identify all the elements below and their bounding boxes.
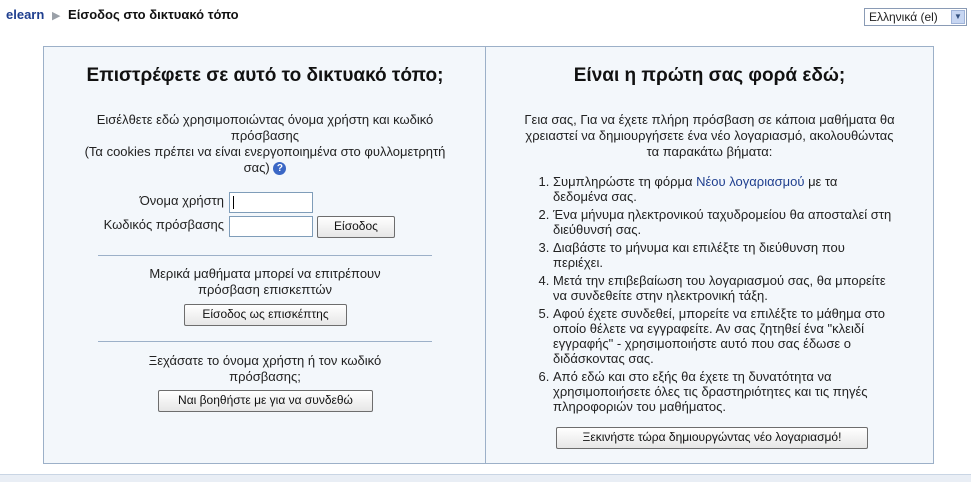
guest-text: Μερικά μαθήματα μπορεί να επιτρέπουν πρό… (64, 266, 466, 298)
text-cursor (233, 196, 234, 209)
username-label: Όνομα χρήστη (139, 193, 224, 208)
help-icon[interactable]: ? (273, 162, 287, 176)
breadcrumb: elearn ▶ Είσοδος στο δικτυακό τόπο (6, 7, 239, 22)
signup-steps: Συμπληρώστε τη φόρμα Νέου λογαριασμού με… (523, 174, 893, 417)
breadcrumb-separator-icon: ▶ (51, 10, 61, 22)
step-item: Αφού έχετε συνδεθεί, μπορείτε να επιλέξτ… (553, 306, 893, 366)
step-item: Ένα μήνυμα ηλεκτρονικού ταχυδρομείου θα … (553, 207, 893, 237)
login-intro: Εισέλθετε εδώ χρησιμοποιώντας όνομα χρήσ… (64, 112, 466, 176)
step-item: Συμπληρώστε τη φόρμα Νέου λογαριασμού με… (553, 174, 893, 204)
create-account-button[interactable]: Ξεκινήστε τώρα δημιουργώντας νέο λογαρια… (556, 427, 868, 449)
new-account-link[interactable]: Νέου λογαριασμού (696, 174, 804, 189)
forgot-text-line: Ξεχάσατε το όνομα χρήστη ή τον κωδικό (148, 353, 382, 368)
password-label: Κωδικός πρόσβασης (103, 217, 224, 232)
login-button[interactable]: Είσοδος (317, 216, 395, 238)
forgot-text-line: πρόσβασης; (229, 369, 301, 384)
login-intro-line-text: σας) (243, 160, 270, 175)
top-bar: elearn ▶ Είσοδος στο δικτυακό τόπο Ελλην… (0, 0, 971, 32)
login-panel: Επιστρέφετε σε αυτό το δικτυακό τόπο; Ει… (44, 47, 486, 463)
breadcrumb-home-link[interactable]: elearn (6, 7, 44, 22)
guest-login-button[interactable]: Είσοδος ως επισκέπτης (184, 304, 347, 326)
chevron-down-icon[interactable]: ▼ (951, 10, 965, 24)
login-intro-line: (Τα cookies πρέπει να είναι ενεργοποιημέ… (84, 144, 446, 159)
username-input[interactable] (229, 192, 313, 213)
guest-text-line: Μερικά μαθήματα μπορεί να επιτρέπουν (149, 266, 381, 281)
password-input[interactable] (229, 216, 313, 237)
login-heading: Επιστρέφετε σε αυτό το δικτυακό τόπο; (86, 65, 444, 86)
steps-list: Συμπληρώστε τη φόρμα Νέου λογαριασμού με… (523, 174, 893, 414)
step-item: Μετά την επιβεβαίωση του λογαριασμού σας… (553, 273, 893, 303)
login-intro-line: σας) ? (64, 160, 466, 176)
step-item: Διαβάστε το μήνυμα και επιλέξτε τη διεύθ… (553, 240, 893, 270)
signup-intro: Γεια σας, Για να έχετε πλήρη πρόσβαση σε… (498, 112, 921, 160)
divider (98, 341, 432, 342)
forgot-text: Ξεχάσατε το όνομα χρήστη ή τον κωδικό πρ… (64, 353, 466, 385)
signup-intro-line: Γεια σας, Για να έχετε πλήρη πρόσβαση σε… (524, 112, 895, 127)
divider (98, 255, 432, 256)
forgot-password-button[interactable]: Ναι βοηθήστε με για να συνδεθώ (158, 390, 373, 412)
language-select[interactable]: Ελληνικά (el) ▼ (864, 8, 967, 26)
step-item: Από εδώ και στο εξής θα έχετε τη δυνατότ… (553, 369, 893, 414)
signup-panel: Είναι η πρώτη σας φορά εδώ; Γεια σας, Γι… (486, 47, 933, 463)
signup-intro-line: τα παρακάτω βήματα: (646, 144, 773, 159)
step-text: Συμπληρώστε τη φόρμα (553, 174, 697, 189)
login-intro-line: πρόσβασης (230, 128, 300, 143)
guest-text-line: πρόσβαση επισκεπτών (197, 282, 333, 297)
login-box: Επιστρέφετε σε αυτό το δικτυακό τόπο; Ει… (43, 46, 934, 464)
signup-heading: Είναι η πρώτη σας φορά εδώ; (573, 65, 846, 86)
login-intro-line: Εισέλθετε εδώ χρησιμοποιώντας όνομα χρήσ… (96, 112, 434, 127)
breadcrumb-current: Είσοδος στο δικτυακό τόπο (68, 7, 239, 22)
signup-intro-line: χρειαστεί να δημιουργήσετε ένα νέο λογαρ… (525, 128, 894, 143)
language-select-value: Ελληνικά (el) (869, 10, 938, 24)
